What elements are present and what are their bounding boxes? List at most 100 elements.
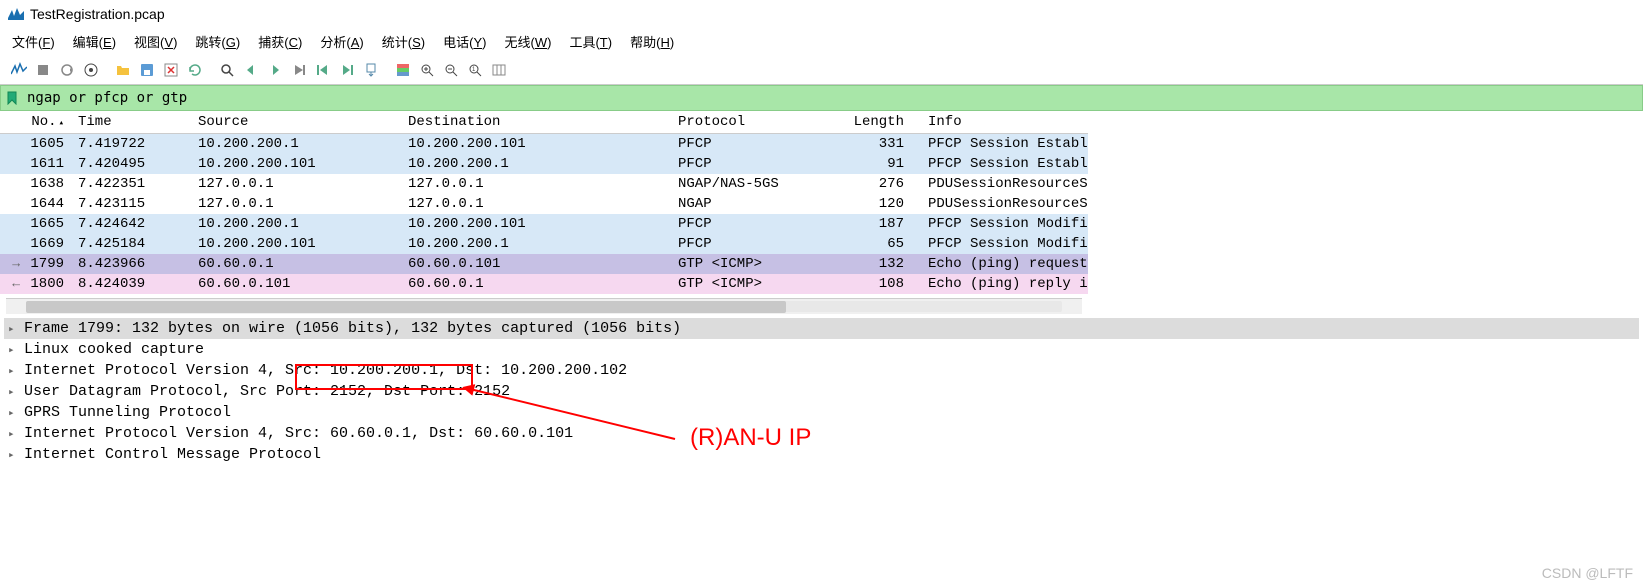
packet-time: 7.425184 [70,234,190,254]
zoom-reset-icon[interactable]: 1 [464,59,486,81]
packet-length: 132 [830,254,920,274]
packet-protocol: PFCP [670,154,830,174]
close-file-icon[interactable] [160,59,182,81]
menu-statistics[interactable]: 统计(S) [382,32,425,51]
packet-row[interactable]: ←18008.42403960.60.0.10160.60.0.1GTP <IC… [0,274,1088,294]
packet-protocol: NGAP [670,194,830,214]
menu-help[interactable]: 帮助(H) [630,32,674,51]
detail-text: Internet Protocol Version 4, Src: 60.60.… [24,425,573,442]
packet-length: 187 [830,214,920,234]
menu-wireless[interactable]: 无线(W) [504,32,551,51]
detail-row[interactable]: ▸ Frame 1799: 132 bytes on wire (1056 bit… [4,318,1639,339]
chevron-right-icon[interactable]: ▸ [8,448,20,462]
packet-info: PFCP Session Establishment Request [920,134,1088,155]
chevron-right-icon[interactable]: ▸ [8,427,20,441]
packet-info: PDUSessionResourceSetupRequest [920,174,1088,194]
packet-source: 127.0.0.1 [190,194,400,214]
toolbar: 1 [0,55,1643,85]
packet-row[interactable]: →17998.42396660.60.0.160.60.0.101GTP <IC… [0,254,1088,274]
detail-row[interactable]: ▸ Internet Protocol Version 4, Src: 60.60… [4,423,1639,444]
go-first-icon[interactable] [312,59,334,81]
zoom-in-icon[interactable] [416,59,438,81]
packet-row[interactable]: 16057.41972210.200.200.110.200.200.101PF… [0,134,1088,155]
packet-info: PFCP Session Establishment Response [920,154,1088,174]
go-back-icon[interactable] [240,59,262,81]
horizontal-scrollbar[interactable] [6,298,1082,314]
packet-destination: 10.200.200.1 [400,234,670,254]
menu-analyze[interactable]: 分析(A) [320,32,363,51]
packet-protocol: GTP <ICMP> [670,274,830,294]
chevron-right-icon[interactable]: ▸ [8,364,20,378]
capture-start-icon[interactable] [8,59,30,81]
go-forward-icon[interactable] [264,59,286,81]
menu-tools[interactable]: 工具(T) [569,32,612,51]
detail-row[interactable]: ▸ Internet Control Message Protocol [4,444,1639,465]
menu-file[interactable]: 文件(F) [12,32,55,51]
reload-icon[interactable] [184,59,206,81]
title-bar: TestRegistration.pcap [0,0,1643,28]
packet-row[interactable]: 16117.42049510.200.200.10110.200.200.1PF… [0,154,1088,174]
detail-row[interactable]: ▸ Linux cooked capture [4,339,1639,360]
capture-restart-icon[interactable] [56,59,78,81]
detail-text: Linux cooked capture [24,341,204,358]
packet-destination: 127.0.0.1 [400,194,670,214]
resize-columns-icon[interactable] [488,59,510,81]
menu-go[interactable]: 跳转(G) [195,32,240,51]
detail-text: Internet Control Message Protocol [24,446,321,463]
auto-scroll-icon[interactable] [360,59,382,81]
chevron-right-icon[interactable]: ▸ [8,406,20,420]
packet-protocol: NGAP/NAS-5GS [670,174,830,194]
capture-stop-icon[interactable] [32,59,54,81]
packet-protocol: PFCP [670,214,830,234]
zoom-out-icon[interactable] [440,59,462,81]
bookmark-icon[interactable] [5,91,19,105]
packet-info: PFCP Session Modification Response [920,234,1088,254]
menu-view[interactable]: 视图(V) [134,32,177,51]
packet-no: 1611 [0,154,70,174]
save-file-icon[interactable] [136,59,158,81]
packet-row[interactable]: 16447.423115127.0.0.1127.0.0.1NGAP120PDU… [0,194,1088,214]
detail-row[interactable]: ▸User Datagram Protocol, Src Port: 2152,… [4,381,1639,402]
packet-length: 108 [830,274,920,294]
packet-time: 7.420495 [70,154,190,174]
wireshark-icon [8,6,24,22]
packet-no: 1669 [0,234,70,254]
packet-time: 7.422351 [70,174,190,194]
packet-no: 1644 [0,194,70,214]
detail-text: Internet Protocol Version 4, Src: 10.200… [24,362,627,379]
packet-no: →1799 [0,254,70,274]
packet-length: 91 [830,154,920,174]
detail-row[interactable]: ▸ Internet Protocol Version 4, Src: 10.20… [4,360,1639,381]
find-icon[interactable] [216,59,238,81]
detail-text: Frame 1799: 132 bytes on wire (1056 bits… [24,320,681,337]
chevron-right-icon[interactable]: ▸ [8,343,20,357]
chevron-right-icon[interactable]: ▸ [8,385,20,399]
detail-row[interactable]: ▸GPRS Tunneling Protocol [4,402,1639,423]
packet-source: 10.200.200.1 [190,214,400,234]
packet-row[interactable]: 16697.42518410.200.200.10110.200.200.1PF… [0,234,1088,254]
menu-telephony[interactable]: 电话(Y) [443,32,486,51]
chevron-right-icon[interactable]: ▸ [8,322,20,336]
colorize-icon[interactable] [392,59,414,81]
packet-destination: 60.60.0.101 [400,254,670,274]
watermark: CSDN @LFTF [1542,565,1633,581]
packet-row[interactable]: 16657.42464210.200.200.110.200.200.101PF… [0,214,1088,234]
packet-row[interactable]: 16387.422351127.0.0.1127.0.0.1NGAP/NAS-5… [0,174,1088,194]
packet-source: 10.200.200.1 [190,134,400,155]
menu-capture[interactable]: 捕获(C) [258,32,302,51]
go-last-icon[interactable] [336,59,358,81]
packet-length: 120 [830,194,920,214]
packet-length: 65 [830,234,920,254]
display-filter-input[interactable] [23,88,1638,108]
packet-info: Echo (ping) reply id=0x306a, seq=1/256, … [920,274,1088,294]
open-file-icon[interactable] [112,59,134,81]
packet-source: 127.0.0.1 [190,174,400,194]
capture-options-icon[interactable] [80,59,102,81]
packet-list-pane[interactable]: No.▴ Time Source Destination Protocol Le… [0,111,1088,314]
packet-detail-pane[interactable]: ▸ Frame 1799: 132 bytes on wire (1056 bit… [0,314,1643,469]
menu-edit[interactable]: 编辑(E) [73,32,116,51]
packet-destination: 10.200.200.101 [400,214,670,234]
go-to-packet-icon[interactable] [288,59,310,81]
svg-text:1: 1 [472,67,476,73]
packet-list-header[interactable]: No.▴ Time Source Destination Protocol Le… [0,111,1088,134]
